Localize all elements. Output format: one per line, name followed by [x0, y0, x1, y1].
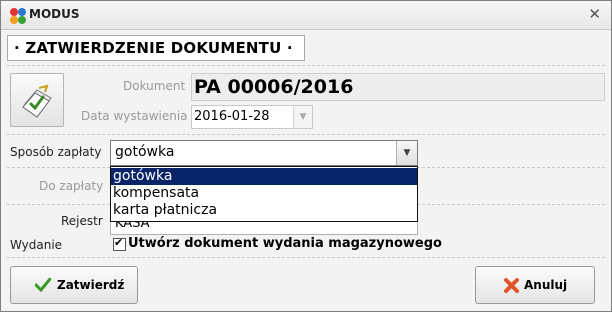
checkmark-icon — [35, 278, 51, 292]
document-icon-button[interactable] — [10, 73, 64, 127]
check-icon: ✔ — [114, 236, 124, 249]
document-number: PA 00006/2016 — [194, 76, 354, 98]
dropdown-option-compensation[interactable]: kompensata — [111, 185, 417, 202]
cancel-button[interactable]: Anuluj — [475, 266, 595, 304]
chevron-down-icon[interactable]: ▼ — [293, 106, 312, 128]
dropdown-option-cash[interactable]: gotówka — [111, 168, 417, 185]
divider — [7, 134, 605, 135]
create-issue-checkbox[interactable]: ✔ — [113, 236, 126, 251]
create-issue-label: Utwórz dokument wydania magazynowego — [128, 236, 442, 251]
dropdown-option-card[interactable]: karta płatnicza — [111, 202, 417, 219]
dialog-header: · ZATWIERDZENIE DOKUMENTU · — [7, 35, 305, 61]
document-approve-icon — [22, 84, 52, 118]
due-label: Do zapłaty — [39, 179, 104, 193]
document-number-field: PA 00006/2016 — [191, 73, 605, 101]
dialog-title: · ZATWIERDZENIE DOKUMENTU · — [14, 39, 293, 57]
confirm-button[interactable]: Zatwierdź — [10, 266, 138, 304]
document-label: Dokument — [123, 79, 186, 93]
window-title: MODUS — [29, 7, 80, 21]
register-label: Rejestr — [61, 214, 103, 228]
date-label: Data wystawienia — [81, 109, 188, 123]
payment-method-dropdown: gotówka kompensata karta płatnicza — [110, 166, 418, 222]
date-field[interactable]: 2016-01-28 ▼ — [191, 105, 313, 129]
divider — [7, 257, 605, 258]
cross-icon — [504, 278, 519, 293]
date-value: 2016-01-28 — [194, 109, 270, 124]
modus-logo-icon — [10, 8, 26, 24]
confirm-button-label: Zatwierdź — [57, 278, 125, 292]
divider — [7, 65, 605, 66]
cancel-button-label: Anuluj — [524, 278, 568, 292]
dialog-window: MODUS ✕ · ZATWIERDZENIE DOKUMENTU · Doku… — [0, 0, 612, 312]
payment-method-select[interactable]: gotówka ▼ — [110, 140, 418, 166]
title-bar: MODUS ✕ — [1, 1, 611, 30]
chevron-down-icon[interactable]: ▼ — [396, 141, 417, 165]
payment-method-value: gotówka — [115, 144, 175, 160]
issue-label: Wydanie — [10, 238, 63, 252]
payment-method-label: Sposób zapłaty — [10, 145, 102, 159]
close-icon[interactable]: ✕ — [588, 5, 601, 23]
